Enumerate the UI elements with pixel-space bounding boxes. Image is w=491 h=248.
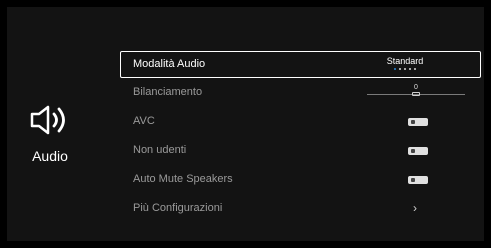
menu-item-avc[interactable]: AVC: [120, 107, 481, 136]
auto-mute-speakers-toggle[interactable]: [408, 176, 428, 184]
menu-item-label: Bilanciamento: [133, 86, 203, 98]
category-label: Audio: [32, 148, 68, 164]
category-sidebar: Audio: [21, 103, 79, 164]
balance-value: 0: [414, 84, 418, 91]
menu-item-label: Più Configurazioni: [133, 202, 223, 214]
toggle-knob: [411, 149, 415, 153]
audio-mode-selector[interactable]: Standard: [375, 56, 435, 70]
menu-item-label: Modalità Audio: [133, 58, 206, 70]
chevron-right-icon: ›: [413, 201, 417, 215]
menu-item-label: Auto Mute Speakers: [133, 173, 233, 185]
speaker-icon: [30, 105, 65, 135]
position-dot: [399, 68, 401, 70]
position-dot: [394, 68, 396, 70]
menu-item-non-udenti[interactable]: Non udenti: [120, 136, 481, 165]
menu-item-auto-mute-speakers[interactable]: Auto Mute Speakers: [120, 165, 481, 194]
toggle-knob: [411, 120, 415, 124]
balance-slider[interactable]: 0: [367, 78, 465, 107]
menu-item-bilanciamento[interactable]: Bilanciamento 0: [120, 78, 481, 107]
menu-item-modalita-audio[interactable]: Modalità Audio Standard: [120, 51, 481, 78]
audio-mode-value: Standard: [386, 56, 424, 66]
position-dot: [414, 68, 416, 70]
balance-handle[interactable]: [412, 92, 420, 96]
avc-toggle[interactable]: [408, 118, 428, 126]
menu-item-label: AVC: [133, 115, 155, 127]
audio-settings-menu: Modalità Audio Standard Bilanciamento 0: [120, 51, 481, 223]
non-udenti-toggle[interactable]: [408, 147, 428, 155]
menu-item-piu-configurazioni[interactable]: Più Configurazioni ›: [120, 194, 481, 223]
settings-panel: Audio Modalità Audio Standard Bilanciame…: [7, 7, 484, 241]
audio-mode-position-dots: [375, 68, 435, 70]
menu-item-label: Non udenti: [133, 144, 187, 156]
position-dot: [404, 68, 406, 70]
position-dot: [409, 68, 411, 70]
toggle-knob: [411, 178, 415, 182]
